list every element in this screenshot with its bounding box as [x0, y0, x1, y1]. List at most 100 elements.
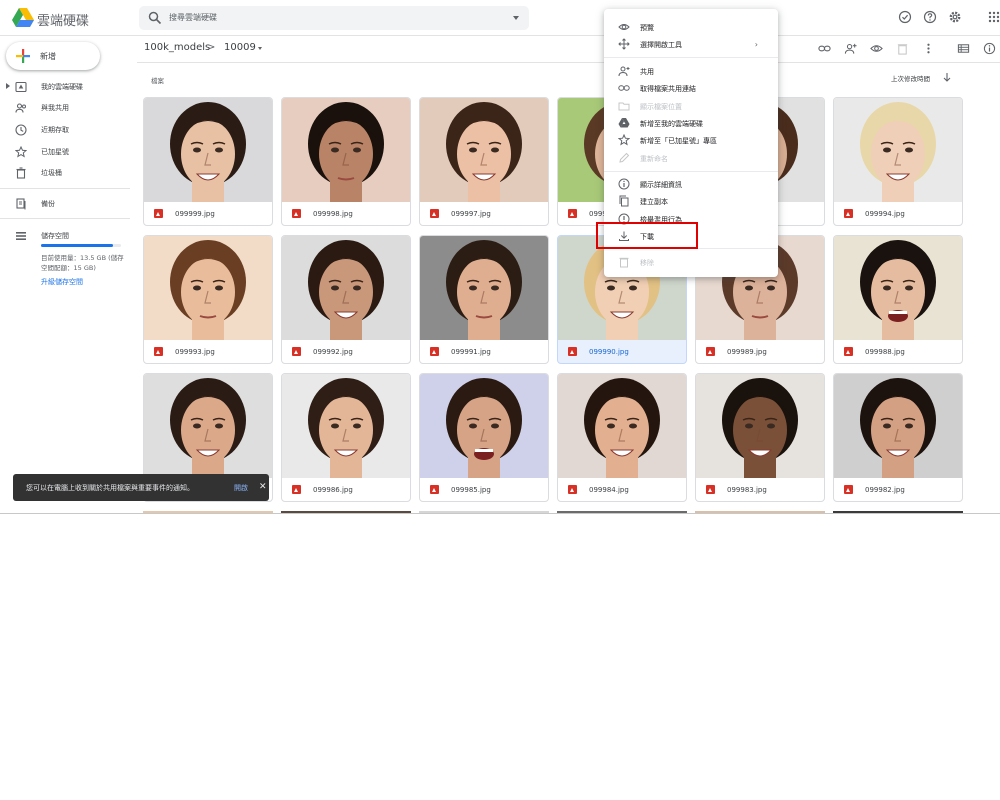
sort-direction-arrow-icon[interactable] [942, 72, 952, 82]
menu-item-eye[interactable]: 預覽 [604, 18, 778, 36]
file-card[interactable]: 099991.jpg [419, 235, 549, 364]
sidebar-item-recent[interactable]: 近期存取 [0, 120, 130, 140]
file-card[interactable]: 099998.jpg [281, 97, 411, 226]
sidebar-item-label: 已加星號 [41, 148, 69, 156]
info-icon [618, 178, 630, 190]
expand-arrow-icon[interactable] [6, 83, 10, 89]
sidebar-item-starred[interactable]: 已加星號 [0, 142, 130, 162]
image-file-icon [844, 485, 853, 494]
storage-usage-fill [41, 244, 113, 247]
menu-item-label: 移除 [640, 259, 654, 267]
file-card-partial[interactable] [419, 511, 549, 513]
file-thumbnail[interactable] [144, 374, 272, 478]
menu-item-star[interactable]: 新增至「已加星號」專區 [604, 131, 778, 149]
search-input[interactable]: 搜尋雲端硬碟 [169, 12, 217, 23]
sort-by-label[interactable]: 上次修改時間 [891, 73, 930, 83]
list-view-icon[interactable] [957, 42, 970, 55]
file-thumbnail[interactable] [558, 374, 686, 478]
toast-close-icon[interactable]: ✕ [259, 482, 267, 492]
menu-item-label: 新增至「已加星號」專區 [640, 137, 717, 145]
file-thumbnail[interactable] [420, 236, 548, 340]
search-icon[interactable] [148, 11, 162, 25]
shared-icon [15, 103, 26, 113]
sidebar-item-label: 與我共用 [41, 104, 69, 112]
file-card-partial[interactable] [695, 511, 825, 513]
file-name: 099998.jpg [313, 210, 353, 218]
menu-item-info[interactable]: 顯示詳細資訊 [604, 175, 778, 193]
menu-item-copy[interactable]: 建立副本 [604, 192, 778, 210]
image-file-icon [568, 347, 577, 356]
file-name: 099983.jpg [727, 486, 767, 494]
menu-item-drive-add[interactable]: 新增至我的雲端硬碟 [604, 114, 778, 132]
search-bar[interactable]: 搜尋雲端硬碟 [139, 6, 529, 30]
file-thumbnail[interactable] [834, 374, 962, 478]
breadcrumb-parent[interactable]: 100k_models [144, 42, 210, 53]
new-button[interactable]: 新增 [6, 42, 100, 70]
file-thumbnail[interactable] [834, 98, 962, 202]
file-card-partial[interactable] [281, 511, 411, 513]
file-thumbnail[interactable] [144, 236, 272, 340]
storage-usage-text: 目前使用量：13.5 GB (儲存空間配額：15 GB) [41, 254, 124, 272]
toast-open-button[interactable]: 開啟 [234, 483, 248, 493]
file-card[interactable]: 099984.jpg [557, 373, 687, 502]
preview-eye-icon[interactable] [870, 42, 883, 55]
sidebar-item-label: 儲存空間 [41, 232, 69, 240]
sidebar-item-shared-with-me[interactable]: 與我共用 [0, 98, 130, 118]
info-icon[interactable] [983, 42, 996, 55]
file-name: 099985.jpg [451, 486, 491, 494]
file-card[interactable]: 099988.jpg [833, 235, 963, 364]
file-card[interactable]: 099994.jpg [833, 97, 963, 226]
file-card-partial[interactable] [833, 511, 963, 513]
sidebar-item-storage[interactable]: 儲存空間 [0, 226, 130, 246]
eye-icon [618, 24, 630, 30]
file-thumbnail[interactable] [420, 98, 548, 202]
file-card-partial[interactable] [557, 511, 687, 513]
offline-icon[interactable] [898, 10, 912, 24]
sidebar-item-label: 垃圾桶 [41, 169, 62, 177]
breadcrumb-current-folder[interactable]: 10009 [224, 42, 256, 53]
file-thumbnail[interactable] [282, 236, 410, 340]
help-icon[interactable] [923, 10, 937, 24]
menu-item-label: 預覽 [640, 24, 654, 32]
menu-item-open-with[interactable]: 選擇開啟工具 › [604, 35, 778, 53]
sidebar-item-my-drive[interactable]: 我的雲端硬碟 [0, 77, 130, 97]
file-thumbnail[interactable] [144, 98, 272, 202]
sidebar-item-label: 近期存取 [41, 126, 69, 134]
file-name: 099982.jpg [865, 486, 905, 494]
file-name: 099994.jpg [865, 210, 905, 218]
google-drive-logo[interactable] [12, 8, 34, 28]
menu-item-link[interactable]: 取得檔案共用連結 [604, 79, 778, 97]
apps-grid-icon[interactable] [987, 10, 1000, 24]
file-card[interactable]: 099982.jpg [833, 373, 963, 502]
sidebar-item-trash[interactable]: 垃圾桶 [0, 163, 130, 183]
file-card[interactable]: 099999.jpg [143, 97, 273, 226]
menu-item-label: 新增至我的雲端硬碟 [640, 120, 703, 128]
more-vert-icon[interactable] [922, 42, 935, 55]
link-icon[interactable] [818, 42, 831, 55]
file-thumbnail[interactable] [696, 374, 824, 478]
settings-icon[interactable] [948, 10, 962, 24]
file-card[interactable]: 099992.jpg [281, 235, 411, 364]
folder-dropdown-caret-icon[interactable] [258, 47, 262, 50]
trash-icon [16, 167, 26, 179]
file-thumbnail[interactable] [282, 98, 410, 202]
sidebar-divider [0, 188, 130, 189]
file-card[interactable]: 099986.jpg [281, 373, 411, 502]
trash-icon [619, 257, 629, 268]
file-thumbnail[interactable] [420, 374, 548, 478]
sidebar-item-backups[interactable]: 備份 [0, 194, 130, 214]
menu-item-add-person[interactable]: 共用 [604, 62, 778, 80]
trash-icon[interactable] [896, 42, 909, 55]
file-card[interactable]: 099983.jpg [695, 373, 825, 502]
file-card-partial[interactable] [143, 511, 273, 513]
file-card[interactable]: 099993.jpg [143, 235, 273, 364]
file-thumbnail[interactable] [282, 374, 410, 478]
file-card[interactable]: 099985.jpg [419, 373, 549, 502]
file-card[interactable]: 099997.jpg [419, 97, 549, 226]
menu-item-label: 建立副本 [640, 198, 668, 206]
add-person-icon[interactable] [844, 42, 857, 55]
star-icon [618, 134, 630, 146]
search-options-dropdown-icon[interactable] [513, 16, 519, 20]
file-thumbnail[interactable] [834, 236, 962, 340]
upgrade-storage-link[interactable]: 升級儲存空間 [41, 277, 83, 287]
